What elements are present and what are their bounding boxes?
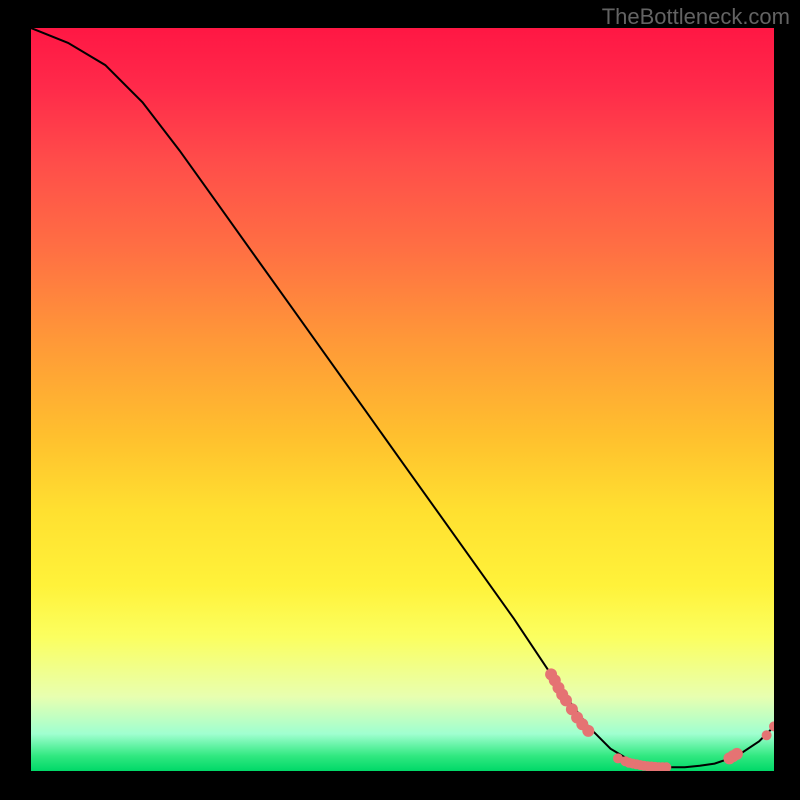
heatmap-gradient <box>31 28 774 771</box>
watermark-text: TheBottleneck.com <box>602 4 790 30</box>
chart-plot-area <box>31 28 774 771</box>
